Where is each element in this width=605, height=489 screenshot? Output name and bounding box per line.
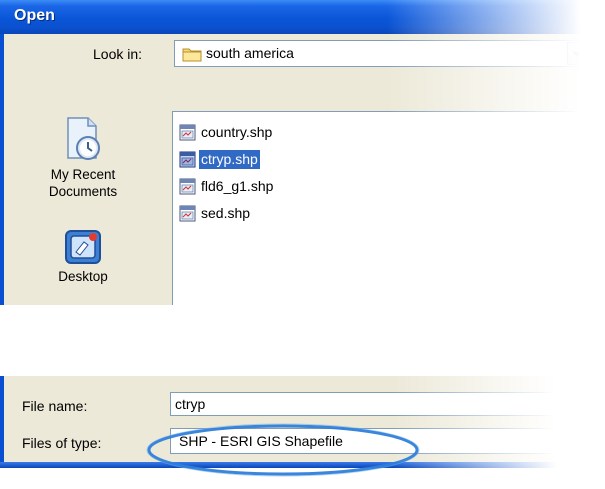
recent-documents-icon — [67, 117, 100, 160]
file-list[interactable]: country.shp ctryp.shp fld6_g1.shp sed.sh… — [172, 111, 605, 305]
files-of-type-label: Files of type: — [22, 435, 102, 451]
places-label-desktop: Desktop — [58, 269, 108, 284]
file-item[interactable]: country.shp — [179, 122, 274, 142]
file-name: fld6_g1.shp — [201, 177, 274, 194]
look-in-value: south america — [206, 45, 294, 61]
places-my-recent-documents[interactable]: My Recent Documents — [10, 115, 156, 200]
chevron-down-icon[interactable] — [567, 42, 587, 65]
shapefile-icon — [179, 151, 196, 167]
file-item[interactable]: fld6_g1.shp — [179, 176, 275, 196]
open-dialog: Open Look in: south america My Recent Do… — [0, 0, 605, 305]
dialog-title: Open — [14, 7, 55, 24]
shapefile-icon — [179, 205, 196, 221]
file-options-panel: File name: Files of type: SHP - ESRI GIS… — [0, 376, 605, 472]
places-desktop[interactable]: Desktop — [10, 228, 156, 284]
shapefile-icon — [179, 178, 196, 194]
folder-icon — [182, 48, 202, 62]
files-of-type-dropdown[interactable]: SHP - ESRI GIS Shapefile — [170, 428, 605, 454]
shapefile-icon — [179, 124, 196, 140]
file-item-selected[interactable]: ctryp.shp — [179, 149, 260, 169]
file-name: ctryp.shp — [199, 149, 260, 169]
window-bottom-border — [0, 462, 605, 468]
file-name-input[interactable] — [170, 392, 605, 416]
look-in-label: Look in: — [93, 46, 143, 62]
file-name: sed.shp — [201, 204, 251, 221]
file-item[interactable]: sed.shp — [179, 203, 252, 223]
desktop-icon — [65, 230, 101, 264]
file-name-label: File name: — [22, 398, 88, 414]
file-name: country.shp — [201, 123, 273, 140]
files-of-type-value: SHP - ESRI GIS Shapefile — [179, 433, 343, 449]
look-in-dropdown[interactable]: south america — [174, 40, 589, 67]
places-label-recent: My Recent Documents — [48, 167, 118, 199]
title-bar[interactable]: Open — [0, 0, 605, 34]
